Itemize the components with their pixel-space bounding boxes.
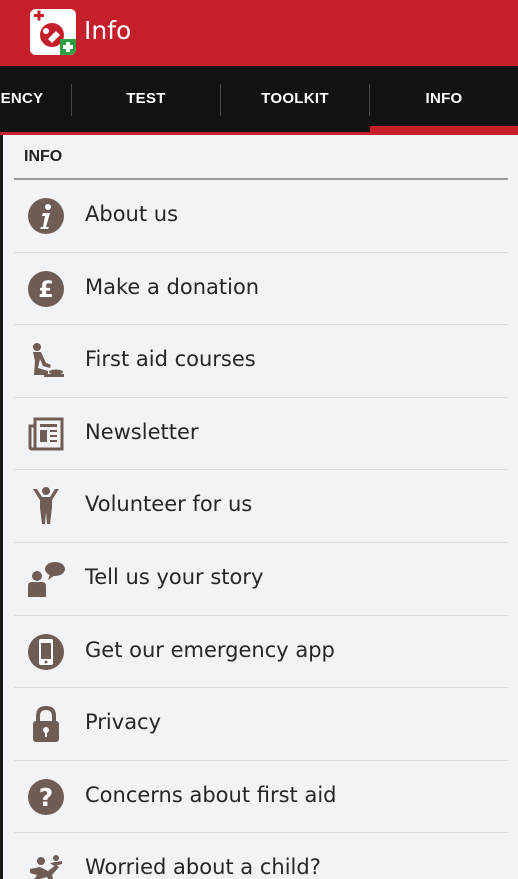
list-item-privacy[interactable]: Privacy	[14, 688, 508, 761]
volunteer-person-icon	[26, 486, 66, 526]
list-item-label: Worried about a child?	[85, 855, 321, 879]
tab-bar-underline	[0, 132, 518, 135]
list-item-label: Newsletter	[85, 419, 199, 444]
newspaper-icon	[26, 414, 66, 454]
tab-info[interactable]: INFO	[370, 66, 518, 132]
info-list: About us £ Make a donation First aid cou…	[14, 180, 508, 879]
app-bar: Info	[0, 0, 518, 66]
drawer-edge	[0, 135, 3, 879]
tab-bar: ENCY TEST TOOLKIT INFO	[0, 66, 518, 135]
list-item-label: Volunteer for us	[85, 492, 253, 517]
list-item-worried-about-a-child[interactable]: Worried about a child?	[14, 833, 508, 879]
list-item-concerns-about-first-aid[interactable]: ? Concerns about first aid	[14, 761, 508, 834]
list-item-tell-us-your-story[interactable]: Tell us your story	[14, 543, 508, 616]
info-icon	[26, 196, 66, 236]
list-item-get-emergency-app[interactable]: Get our emergency app	[14, 616, 508, 689]
lock-icon	[26, 704, 66, 744]
first-aid-person-icon	[26, 341, 66, 381]
list-item-label: Get our emergency app	[85, 637, 335, 662]
list-item-label: About us	[85, 202, 179, 226]
list-item-label: Concerns about first aid	[85, 782, 337, 807]
app-logo-icon[interactable]	[30, 9, 76, 55]
list-item-label: Privacy	[85, 710, 162, 735]
svg-text:£: £	[38, 278, 53, 303]
phone-icon	[26, 632, 66, 672]
list-item-volunteer[interactable]: Volunteer for us	[14, 470, 508, 543]
list-item-newsletter[interactable]: Newsletter	[14, 398, 508, 471]
list-item-first-aid-courses[interactable]: First aid courses	[14, 325, 508, 398]
list-item-make-a-donation[interactable]: £ Make a donation	[14, 253, 508, 326]
question-icon: ?	[26, 777, 66, 817]
list-item-label: Make a donation	[85, 274, 260, 299]
tab-toolkit[interactable]: TOOLKIT	[221, 66, 369, 132]
list-item-about-us[interactable]: About us	[14, 180, 508, 253]
list-item-label: First aid courses	[85, 347, 256, 372]
pound-icon: £	[26, 269, 66, 309]
section-header: INFO	[24, 148, 63, 165]
tab-emergency[interactable]: ENCY	[0, 66, 54, 132]
app-title: Info	[84, 16, 132, 45]
svg-text:?: ?	[39, 783, 54, 812]
speech-person-icon	[26, 559, 66, 599]
tab-test[interactable]: TEST	[72, 66, 220, 132]
list-item-label: Tell us your story	[85, 564, 264, 589]
child-icon	[26, 849, 66, 879]
